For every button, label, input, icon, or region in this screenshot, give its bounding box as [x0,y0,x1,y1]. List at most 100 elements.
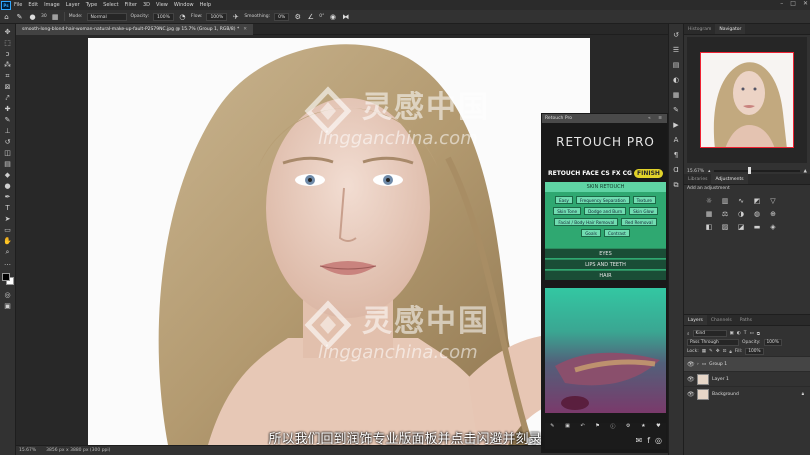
navigator-preview[interactable] [687,37,807,163]
section-eyes[interactable]: EYES [545,248,666,258]
screen-mode-icon[interactable]: ▣ [2,302,13,311]
color-swatches[interactable] [1,273,14,285]
brush-tool-icon[interactable]: ✎ [15,12,24,21]
filter-type-icon[interactable]: T [744,331,747,336]
mode-select[interactable]: Normal [86,12,127,21]
blend-mode-select[interactable]: Pass Through [687,339,739,346]
glyphs-icon[interactable]: Ɑ [671,165,681,175]
blur-tool-icon[interactable]: ◆ [2,171,13,180]
section-hair[interactable]: HAIR [545,270,666,280]
layer-name[interactable]: Background [712,392,739,397]
move-tool-icon[interactable]: ✥ [2,28,13,37]
color-balance-icon[interactable]: ⚖ [720,209,730,218]
frequency-separation-button[interactable]: Frequency Separation [575,196,630,204]
nav-cg[interactable]: CG [623,170,632,177]
hand-tool-icon[interactable]: ✋ [2,237,13,246]
hair-removal-button[interactable]: Facial / Body Hair Removal [554,218,619,226]
menu-filter[interactable]: Filter [125,2,137,8]
tab-layers[interactable]: Layers [684,315,707,325]
zoom-level[interactable]: 15.67% [19,448,36,453]
photo-filter-icon[interactable]: ◍ [752,209,762,218]
group-chevron-icon[interactable]: › [697,362,699,367]
lock-artboard-icon[interactable]: ⊡ [723,349,727,354]
lasso-tool-icon[interactable]: ↄ [2,50,13,59]
menu-file[interactable]: File [14,2,22,8]
menu-image[interactable]: Image [44,2,60,8]
kind-select[interactable]: Kind [692,330,727,337]
tab-libraries[interactable]: Libraries [684,174,711,184]
tab-paths[interactable]: Paths [736,315,756,325]
brush-preset-icon[interactable]: ● [28,12,37,21]
zoom-in-icon[interactable]: ▲ [804,169,807,174]
brushes-icon[interactable]: ✎ [671,105,681,115]
menu-view[interactable]: View [156,2,168,8]
foreground-color-swatch[interactable] [1,273,10,281]
tab-histogram[interactable]: Histogram [684,24,715,34]
vibrance-icon[interactable]: ▽ [768,196,778,205]
pressure-opacity-icon[interactable]: ◔ [178,12,187,21]
section-lips-teeth[interactable]: LIPS AND TEETH [545,259,666,269]
menu-edit[interactable]: Edit [28,2,38,8]
layer-comps-icon[interactable]: ⧉ [671,180,681,190]
posterize-icon[interactable]: ▨ [720,222,730,231]
zoom-slider[interactable] [714,167,800,175]
brush-tool-icon[interactable]: ✎ [2,116,13,125]
panel-menu-icon[interactable]: « ≡ [648,114,665,123]
visibility-eye-icon[interactable]: 👁︎ [687,391,695,398]
smoothing-field[interactable]: 0% [274,12,290,21]
home-icon[interactable]: ⌂ [2,12,11,21]
visibility-eye-icon[interactable]: 👁︎ [687,361,695,368]
visibility-eye-icon[interactable]: 👁︎ [687,376,695,383]
pen-tool-icon[interactable]: ✒ [2,193,13,202]
marquee-tool-icon[interactable]: ⬚ [2,39,13,48]
gradient-tool-icon[interactable]: ▤ [2,160,13,169]
fill-field[interactable]: 100% [745,348,764,355]
quick-select-tool-icon[interactable]: ⁂ [2,61,13,70]
layer-name[interactable]: Group 1 [709,362,727,367]
tab-navigator[interactable]: Navigator [715,24,746,34]
path-select-tool-icon[interactable]: ➤ [2,215,13,224]
clone-stamp-tool-icon[interactable]: ⊥ [2,127,13,136]
contrast-button[interactable]: Contrast [603,229,630,237]
document-canvas-image[interactable] [88,38,590,445]
filter-pixel-icon[interactable]: ▣ [730,331,734,336]
eraser-tool-icon[interactable]: ◫ [2,149,13,158]
healing-tool-icon[interactable]: ✚ [2,105,13,114]
filter-adjust-icon[interactable]: ◐ [737,331,741,336]
invert-icon[interactable]: ◧ [704,222,714,231]
layer-row-group-1[interactable]: 👁︎ › ▭ Group 1 [684,356,810,371]
filter-smart-icon[interactable]: ⧉ [757,331,760,337]
history-icon[interactable]: ↺ [671,30,681,40]
brush-settings-icon[interactable]: ▦ [51,12,60,21]
nav-face[interactable]: FACE [582,170,599,177]
texture-button[interactable]: Texture [632,196,656,204]
gradient-map-icon[interactable]: ▬ [752,222,762,231]
more-tools-icon[interactable]: … [2,259,13,268]
threshold-icon[interactable]: ◪ [736,222,746,231]
exposure-icon[interactable]: ◩ [752,196,762,205]
flow-field[interactable]: 100% [206,12,228,21]
swatches-icon[interactable]: ▦ [671,90,681,100]
lock-position-icon[interactable]: ✥ [716,349,720,354]
channel-mixer-icon[interactable]: ⊕ [768,209,778,218]
frame-tool-icon[interactable]: ⊠ [2,83,13,92]
goals-button[interactable]: Goals [581,229,601,237]
menu-3d[interactable]: 3D [143,2,150,8]
tab-adjustments[interactable]: Adjustments [711,174,748,184]
red-removal-button[interactable]: Red Removal [621,218,657,226]
pressure-size-icon[interactable]: ◉ [328,12,337,21]
smoothing-settings-icon[interactable]: ⚙ [293,12,302,21]
nav-fx[interactable]: FX [612,170,621,177]
layer-name[interactable]: Layer 1 [712,377,729,382]
menu-layer[interactable]: Layer [66,2,80,8]
skin-retouch-header[interactable]: SKIN RETOUCH [545,182,666,192]
zoom-out-icon[interactable]: ▴ [708,169,710,174]
airbrush-icon[interactable]: ✈ [231,12,240,21]
menu-type[interactable]: Type [86,2,97,8]
skin-glow-button[interactable]: Skin Glow [629,207,658,215]
levels-icon[interactable]: ▥ [720,196,730,205]
quick-mask-icon[interactable]: ◎ [2,291,13,300]
angle-value[interactable]: 0° [319,14,324,19]
layer-row-layer-1[interactable]: 👁︎ Layer 1 [684,371,810,386]
maximize-button[interactable]: □ [790,0,796,7]
